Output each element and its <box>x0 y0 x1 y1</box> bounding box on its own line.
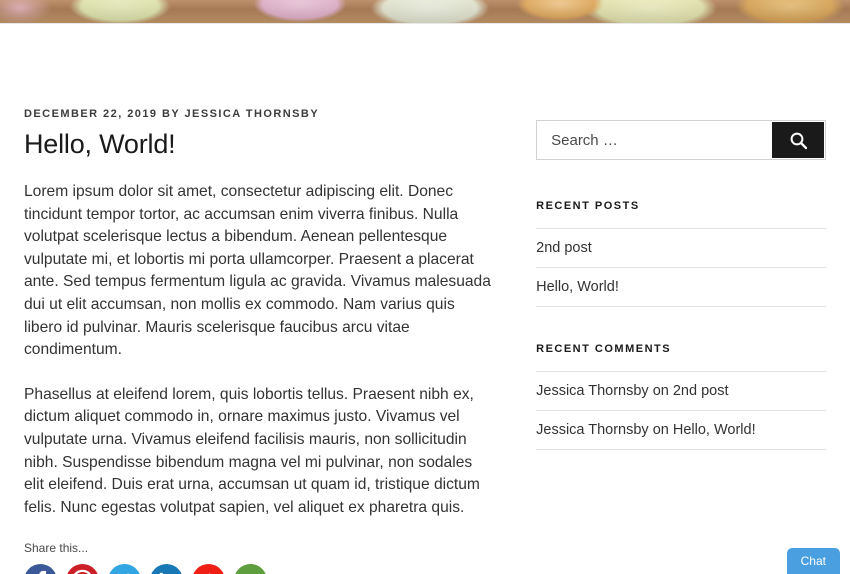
chat-widget-button[interactable]: Chat <box>787 548 840 574</box>
recent-comment-link[interactable]: Jessica Thornsby on 2nd post <box>536 383 728 399</box>
share-label: Share this... <box>24 541 492 555</box>
search-form <box>536 120 826 160</box>
site-header-image <box>0 0 850 24</box>
list-item[interactable]: Jessica Thornsby on Hello, World! <box>536 410 826 450</box>
facebook-icon <box>24 564 57 574</box>
share-email-button[interactable] <box>234 564 267 574</box>
list-item[interactable]: Jessica Thornsby on 2nd post <box>536 371 826 410</box>
widget-title: RECENT POSTS <box>536 200 826 212</box>
share-reddit-button[interactable] <box>192 564 225 574</box>
recent-posts-list: 2nd post Hello, World! <box>536 228 826 307</box>
recent-comment-link[interactable]: Jessica Thornsby on Hello, World! <box>536 422 755 438</box>
share-block: Share this... <box>24 541 492 574</box>
share-facebook-button[interactable] <box>24 564 57 574</box>
email-icon <box>234 564 267 574</box>
share-linkedin-button[interactable] <box>150 564 183 574</box>
widget-recent-posts: RECENT POSTS 2nd post Hello, World! <box>536 200 826 307</box>
header-photo <box>0 0 850 23</box>
post-body: Lorem ipsum dolor sit amet, consectetur … <box>24 181 492 519</box>
post-paragraph: Phasellus at eleifend lorem, quis lobort… <box>24 384 492 520</box>
recent-post-link[interactable]: 2nd post <box>536 240 592 256</box>
share-icons <box>24 562 280 574</box>
sidebar: RECENT POSTS 2nd post Hello, World! RECE… <box>536 24 826 574</box>
widget-recent-comments: RECENT COMMENTS Jessica Thornsby on 2nd … <box>536 343 826 450</box>
page-title: Hello, World! <box>24 129 492 160</box>
recent-comments-list: Jessica Thornsby on 2nd post Jessica Tho… <box>536 371 826 450</box>
share-pinterest-button[interactable] <box>66 564 99 574</box>
pinterest-icon <box>66 564 99 574</box>
page-wrapper: DECEMBER 22, 2019 BY JESSICA THORNSBY He… <box>0 24 850 574</box>
reddit-icon <box>192 564 225 574</box>
linkedin-icon <box>150 564 183 574</box>
search-icon <box>789 131 808 150</box>
share-twitter-button[interactable] <box>108 564 141 574</box>
search-submit-button[interactable] <box>772 122 824 158</box>
list-item[interactable]: 2nd post <box>536 228 826 267</box>
twitter-icon <box>108 564 141 574</box>
list-item[interactable]: Hello, World! <box>536 267 826 307</box>
recent-post-link[interactable]: Hello, World! <box>536 279 619 295</box>
post-meta: DECEMBER 22, 2019 BY JESSICA THORNSBY <box>24 108 492 120</box>
post-paragraph: Lorem ipsum dolor sit amet, consectetur … <box>24 181 492 362</box>
search-input[interactable] <box>537 121 771 159</box>
main-content: DECEMBER 22, 2019 BY JESSICA THORNSBY He… <box>24 24 492 574</box>
widget-title: RECENT COMMENTS <box>536 343 826 355</box>
